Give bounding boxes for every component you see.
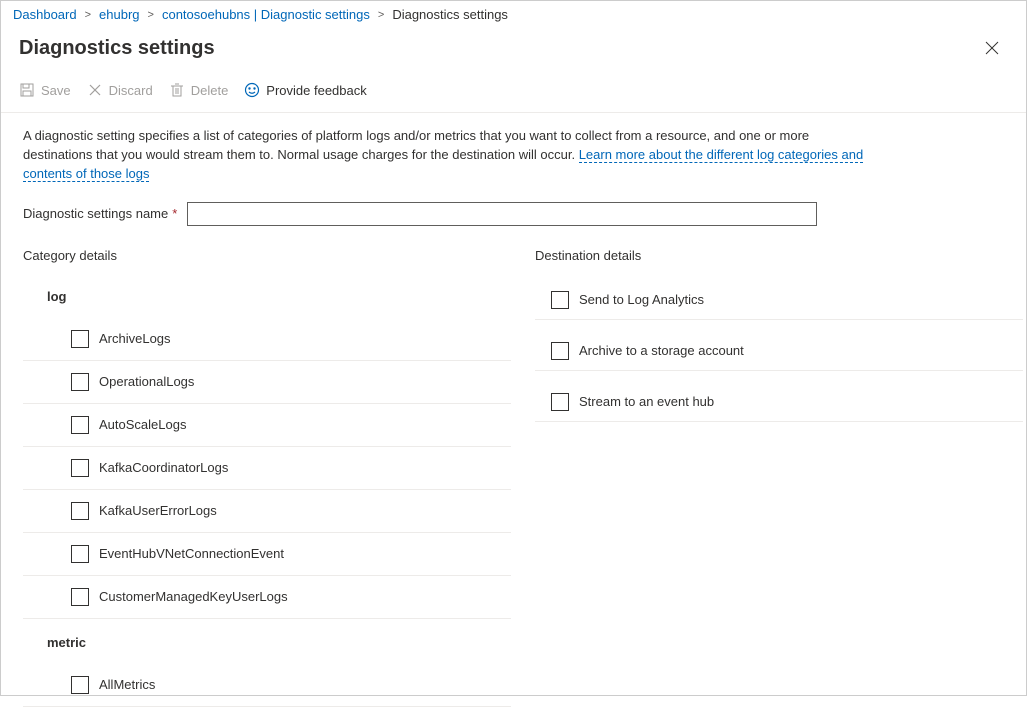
delete-label: Delete [191,83,229,98]
content-area: A diagnostic setting specifies a list of… [1,113,1026,721]
save-icon [19,82,35,98]
metric-label: AllMetrics [99,677,155,692]
delete-button[interactable]: Delete [169,82,229,98]
destination-item[interactable]: Stream to an event hub [535,383,1023,422]
checkbox-customermanagedkeyuserlogs[interactable] [71,588,89,606]
chevron-right-icon: > [146,9,156,21]
breadcrumb-item-dashboard[interactable]: Dashboard [13,7,77,22]
log-category-item[interactable]: KafkaCoordinatorLogs [23,447,511,490]
close-icon [985,41,999,55]
log-label: ArchiveLogs [99,331,171,346]
destination-label: Stream to an event hub [579,394,714,409]
destination-label: Archive to a storage account [579,343,744,358]
breadcrumb-item-current: Diagnostics settings [392,7,508,22]
checkbox-eventhubvnetconnectionevent[interactable] [71,545,89,563]
discard-button[interactable]: Discard [87,82,153,98]
checkbox-event-hub[interactable] [551,393,569,411]
chevron-right-icon: > [83,9,93,21]
destination-item[interactable]: Archive to a storage account [535,332,1023,371]
name-field-row: Diagnostic settings name * [23,202,1004,226]
discard-label: Discard [109,83,153,98]
breadcrumb-item-contosoehubns[interactable]: contosoehubns | Diagnostic settings [162,7,370,22]
page-title: Diagnostics settings [19,37,215,60]
save-button[interactable]: Save [19,82,71,98]
checkbox-storage-account[interactable] [551,342,569,360]
log-category-item[interactable]: KafkaUserErrorLogs [23,490,511,533]
discard-icon [87,82,103,98]
log-category-item[interactable]: OperationalLogs [23,361,511,404]
checkbox-kafkacoordinatorlogs[interactable] [71,459,89,477]
toolbar: Save Discard Delete Provide feedback [1,74,1026,113]
checkbox-allmetrics[interactable] [71,676,89,694]
log-label: KafkaCoordinatorLogs [99,460,228,475]
log-label: CustomerManagedKeyUserLogs [99,589,288,604]
category-details-column: Category details log ArchiveLogs Operati… [23,248,511,707]
log-category-item[interactable]: CustomerManagedKeyUserLogs [23,576,511,619]
log-category-item[interactable]: EventHubVNetConnectionEvent [23,533,511,576]
log-group-heading: log [23,281,511,318]
checkbox-log-analytics[interactable] [551,291,569,309]
log-category-item[interactable]: AutoScaleLogs [23,404,511,447]
destination-details-column: Destination details Send to Log Analytic… [535,248,1023,707]
log-label: EventHubVNetConnectionEvent [99,546,284,561]
log-label: OperationalLogs [99,374,194,389]
name-field-label: Diagnostic settings name [23,206,168,221]
metric-group-heading: metric [23,619,511,664]
page-header: Diagnostics settings [1,26,1026,74]
checkbox-kafkausererrorlogs[interactable] [71,502,89,520]
save-label: Save [41,83,71,98]
log-label: AutoScaleLogs [99,417,186,432]
name-input[interactable] [187,202,817,226]
close-button[interactable] [976,32,1008,64]
log-category-item[interactable]: ArchiveLogs [23,318,511,361]
log-label: KafkaUserErrorLogs [99,503,217,518]
checkbox-autoscalelogs[interactable] [71,416,89,434]
feedback-button[interactable]: Provide feedback [244,82,366,98]
required-asterisk: * [172,206,177,221]
smiley-icon [244,82,260,98]
breadcrumb-item-ehubrg[interactable]: ehubrg [99,7,139,22]
chevron-right-icon: > [376,9,386,21]
metric-category-item[interactable]: AllMetrics [23,664,511,707]
checkbox-archivelogs[interactable] [71,330,89,348]
destination-label: Send to Log Analytics [579,292,704,307]
destination-heading: Destination details [535,248,1023,263]
category-heading: Category details [23,248,511,263]
feedback-label: Provide feedback [266,83,366,98]
breadcrumb: Dashboard > ehubrg > contosoehubns | Dia… [1,1,1026,26]
destination-item[interactable]: Send to Log Analytics [535,281,1023,320]
checkbox-operationallogs[interactable] [71,373,89,391]
intro-text: A diagnostic setting specifies a list of… [23,127,873,184]
delete-icon [169,82,185,98]
